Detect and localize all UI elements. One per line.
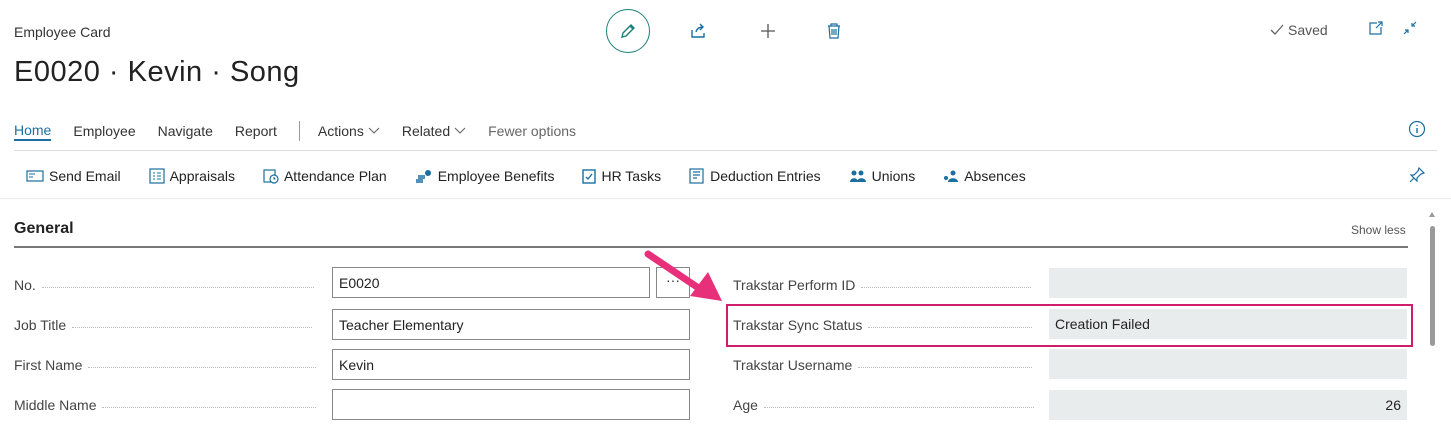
age-value: 26 [1049, 390, 1407, 420]
field-trakstar-username: Trakstar Username [733, 349, 1043, 381]
menu-related[interactable]: Related [402, 123, 466, 139]
action-deduction-entries[interactable]: Deduction Entries [689, 168, 821, 184]
action-label: Absences [964, 168, 1026, 184]
open-new-window-icon[interactable] [1368, 20, 1384, 36]
action-label: Send Email [49, 168, 121, 184]
email-icon [26, 170, 44, 182]
window-controls [1368, 20, 1418, 36]
job-title-input[interactable]: Teacher Elementary [332, 309, 690, 340]
pencil-icon [621, 24, 635, 38]
leader-dots [861, 286, 1032, 288]
field-label: First Name [14, 357, 83, 373]
menu-employee[interactable]: Employee [73, 123, 135, 139]
leader-dots [858, 366, 1033, 368]
leader-dots [72, 326, 313, 328]
action-divider [0, 198, 1451, 199]
trakstar-username-value [1049, 349, 1407, 379]
action-label: HR Tasks [601, 168, 662, 184]
ledger-icon [689, 168, 704, 184]
menu-actions[interactable]: Actions [318, 123, 380, 139]
field-label: Job Title [14, 317, 67, 333]
saved-label: Saved [1288, 22, 1328, 38]
highlight-box [726, 304, 1413, 347]
trash-icon [828, 23, 840, 39]
leader-dots [88, 366, 317, 368]
action-unions[interactable]: Unions [849, 168, 916, 184]
menu-fewer-options[interactable]: Fewer options [488, 123, 576, 139]
leader-dots [763, 406, 1034, 408]
action-send-email[interactable]: Send Email [26, 168, 121, 184]
menu-separator [298, 121, 300, 141]
action-hr-tasks[interactable]: HR Tasks [582, 168, 661, 184]
section-title[interactable]: General [14, 220, 74, 238]
field-label: Age [733, 397, 758, 413]
first-name-input[interactable]: Kevin [332, 349, 690, 380]
field-first-name: First Name [14, 349, 324, 381]
saved-status: Saved [1270, 22, 1328, 38]
share-icon [691, 23, 705, 38]
collapse-icon[interactable] [1402, 20, 1418, 36]
middle-name-input[interactable] [332, 389, 690, 420]
benefits-icon [415, 170, 431, 183]
trakstar-perform-id-value [1049, 268, 1407, 298]
scrollbar-thumb[interactable] [1430, 226, 1435, 346]
chevron-down-icon [368, 127, 380, 134]
clipboard-check-icon [582, 169, 597, 184]
calendar-clock-icon [263, 169, 279, 184]
field-label: Middle Name [14, 397, 97, 413]
annotation-arrow-icon [644, 250, 722, 301]
checkmark-icon [1270, 24, 1284, 35]
action-employee-benefits[interactable]: Employee Benefits [415, 168, 555, 184]
field-age: Age [733, 389, 1043, 421]
menu-divider [14, 150, 1437, 151]
field-job-title: Job Title [14, 309, 324, 341]
person-away-icon [944, 170, 959, 182]
action-label: Unions [871, 168, 916, 184]
field-middle-name: Middle Name [14, 389, 324, 421]
menu-report[interactable]: Report [235, 123, 277, 139]
top-actions [606, 8, 850, 54]
chevron-down-icon [454, 127, 466, 134]
action-label: Appraisals [169, 168, 235, 184]
action-attendance-plan[interactable]: Attendance Plan [263, 168, 387, 184]
page-title: E0020 · Kevin · Song [14, 56, 300, 88]
action-label: Deduction Entries [710, 168, 821, 184]
menu-bar: Home Employee Navigate Report Actions Re… [14, 118, 598, 144]
action-label: Employee Benefits [437, 168, 555, 184]
action-bar: Send Email Appraisals Attendance Plan Em… [26, 164, 1054, 188]
share-button[interactable] [682, 15, 714, 47]
delete-button[interactable] [818, 15, 850, 47]
field-trakstar-perform-id: Trakstar Perform ID [733, 269, 1043, 301]
show-less-link[interactable]: Show less [1351, 223, 1406, 237]
menu-actions-label: Actions [317, 123, 364, 139]
field-label: Trakstar Username [733, 357, 853, 373]
action-absences[interactable]: Absences [943, 168, 1026, 184]
leader-dots [102, 406, 317, 408]
field-label: Trakstar Perform ID [733, 277, 856, 293]
checklist-icon [148, 168, 165, 184]
menu-home[interactable]: Home [14, 122, 52, 141]
menu-navigate[interactable]: Navigate [158, 123, 213, 139]
info-icon[interactable] [1408, 120, 1426, 138]
leader-dots [41, 286, 314, 288]
action-label: Attendance Plan [283, 168, 387, 184]
edit-button[interactable] [606, 9, 650, 53]
new-button[interactable] [752, 15, 784, 47]
people-group-icon [849, 170, 866, 182]
pin-icon[interactable] [1408, 166, 1426, 184]
menu-related-label: Related [401, 123, 451, 139]
no-input[interactable]: E0020 [332, 267, 650, 298]
action-appraisals[interactable]: Appraisals [148, 168, 235, 184]
plus-icon [761, 24, 775, 38]
page-caption: Employee Card [14, 24, 111, 40]
scroll-up-arrow[interactable] [1429, 212, 1435, 217]
field-label: No. [14, 277, 36, 293]
field-no: No. [14, 269, 324, 301]
